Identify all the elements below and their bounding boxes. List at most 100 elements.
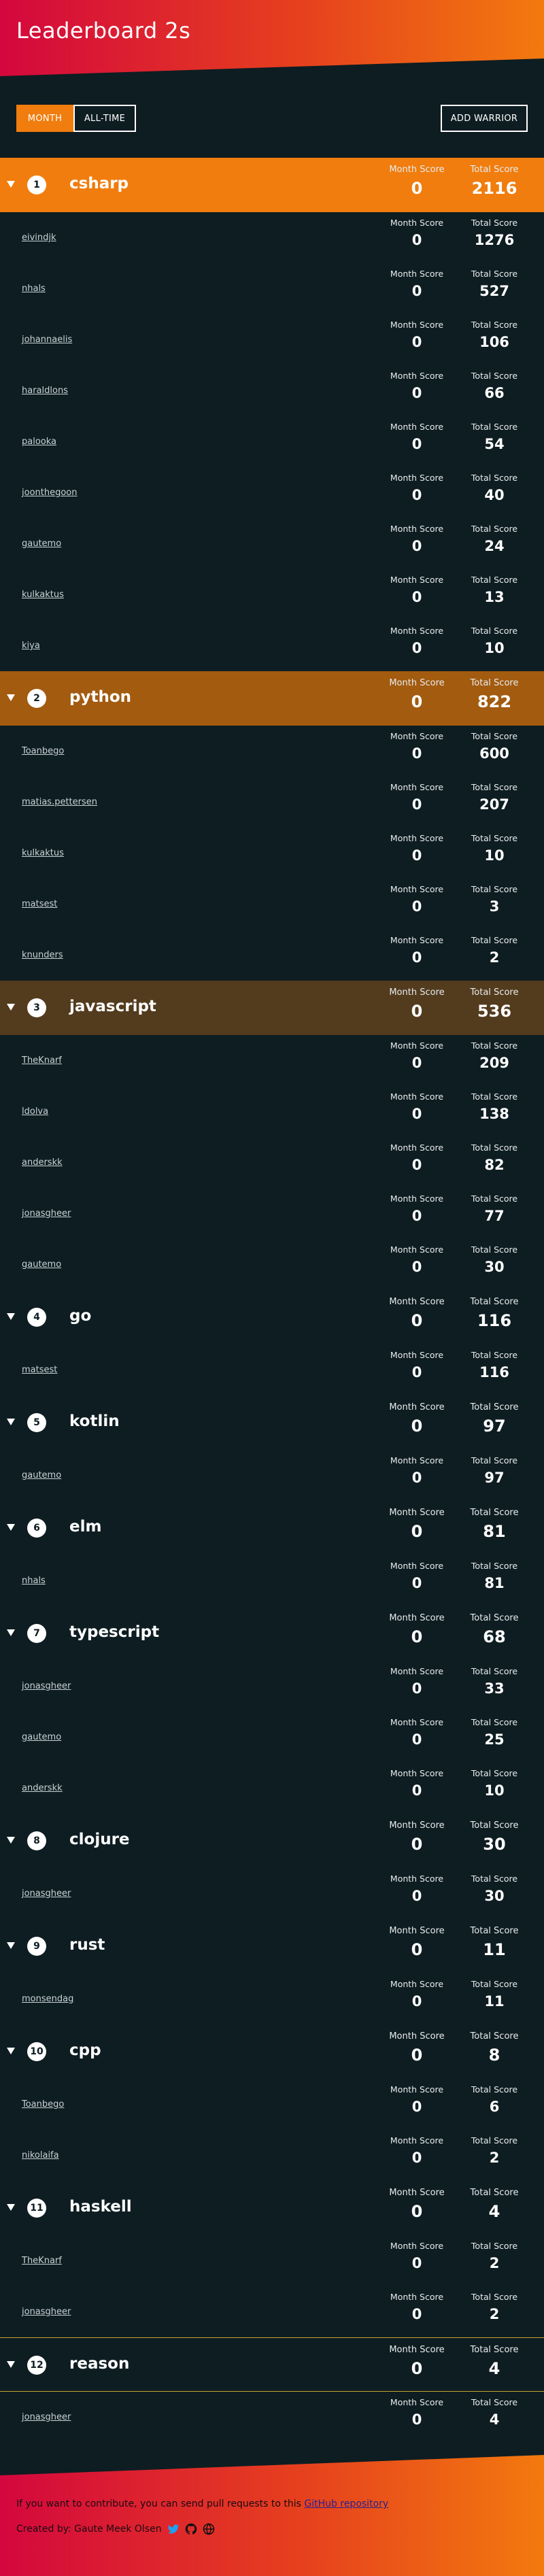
user-link[interactable]: joonthegoon <box>22 488 78 498</box>
language-month-score: Month Score 0 <box>373 678 461 711</box>
month-score-label: Month Score <box>389 165 445 175</box>
month-button[interactable]: MONTH <box>16 105 73 132</box>
rank-badge: 9 <box>27 1937 46 1956</box>
total-score-value: 822 <box>477 692 512 711</box>
user-link[interactable]: ldolva <box>22 1106 48 1117</box>
user-month-score: Month Score 0 <box>373 2397 461 2428</box>
github-repo-link[interactable]: GitHub repository <box>304 2498 388 2509</box>
language-section: 8 clojure Month Score 0 Total Score 30 jonasgh… <box>0 1814 544 1919</box>
chevron-down-icon[interactable] <box>7 2204 15 2211</box>
user-link[interactable]: jonasgheer <box>22 2412 71 2422</box>
user-link[interactable]: gautemo <box>22 539 61 549</box>
user-link[interactable]: knunders <box>22 950 63 960</box>
user-link[interactable]: jonasgheer <box>22 2307 71 2317</box>
user-month-score: Month Score 0 <box>373 1193 461 1224</box>
user-link[interactable]: anderskk <box>22 1783 63 1793</box>
language-header[interactable]: 7 typescript Month Score 0 Total Score 68 <box>0 1606 544 1661</box>
total-score-label: Total Score <box>471 1244 518 1255</box>
language-header[interactable]: 2 python Month Score 0 Total Score 822 <box>0 671 544 726</box>
user-row: knunders Month Score 0 Total Score 2 <box>0 930 544 981</box>
total-score-label: Total Score <box>471 1091 518 1102</box>
user-link[interactable]: jonasgheer <box>22 1681 71 1691</box>
language-header[interactable]: 1 csharp Month Score 0 Total Score 2116 <box>0 158 544 212</box>
total-score-value: 10 <box>484 1782 505 1799</box>
total-score-value: 97 <box>483 1417 506 1436</box>
month-score-value: 0 <box>411 2202 423 2221</box>
user-link[interactable]: jonasgheer <box>22 1888 71 1899</box>
user-link[interactable]: Toanbego <box>22 2099 64 2109</box>
contribute-label: If you want to contribute, you can send … <box>16 2498 305 2509</box>
total-score-label: Total Score <box>471 1193 518 1204</box>
language-header[interactable]: 4 go Month Score 0 Total Score 116 <box>0 1290 544 1344</box>
total-score-label: Total Score <box>471 1455 518 1465</box>
language-total-score: Total Score 30 <box>450 1820 539 1854</box>
month-score-value: 0 <box>411 1782 422 1799</box>
user-link[interactable]: anderskk <box>22 1157 63 1168</box>
user-link[interactable]: nhals <box>22 1576 46 1586</box>
language-header[interactable]: 9 rust Month Score 0 Total Score 11 <box>0 1919 544 1973</box>
language-header[interactable]: 5 kotlin Month Score 0 Total Score 97 <box>0 1395 544 1450</box>
total-score-label: Total Score <box>471 626 518 636</box>
github-icon[interactable] <box>185 2523 197 2535</box>
chevron-down-icon[interactable] <box>7 1524 15 1531</box>
total-score-label: Total Score <box>471 833 518 843</box>
user-link[interactable]: palooka <box>22 437 56 447</box>
user-link[interactable]: TheKnarf <box>22 1055 62 1066</box>
total-score-value: 30 <box>484 1888 505 1904</box>
language-header[interactable]: 3 javascript Month Score 0 Total Score 536 <box>0 981 544 1035</box>
user-link[interactable]: Toanbego <box>22 746 64 756</box>
user-link[interactable]: matsest <box>22 899 57 909</box>
user-link[interactable]: kulkaktus <box>22 848 64 858</box>
language-name: javascript <box>69 998 156 1015</box>
user-link[interactable]: jonasgheer <box>22 1208 71 1219</box>
user-link[interactable]: eivindjk <box>22 233 56 243</box>
chevron-down-icon[interactable] <box>7 1419 15 1425</box>
language-month-score: Month Score 0 <box>373 2345 461 2378</box>
user-row: nhals Month Score 0 Total Score 81 <box>0 1555 544 1606</box>
language-header[interactable]: 6 elm Month Score 0 Total Score 81 <box>0 1501 544 1555</box>
language-total-score: Total Score 4 <box>450 2345 539 2378</box>
chevron-down-icon[interactable] <box>7 1313 15 1320</box>
twitter-icon[interactable] <box>167 2523 180 2535</box>
globe-icon[interactable] <box>203 2523 215 2535</box>
user-link[interactable]: matias.pettersen <box>22 797 97 807</box>
language-header[interactable]: 12 reason Month Score 0 Total Score 4 <box>0 2337 544 2392</box>
user-link[interactable]: matsest <box>22 1365 57 1375</box>
chevron-down-icon[interactable] <box>7 694 15 701</box>
chevron-down-icon[interactable] <box>7 1942 15 1949</box>
language-header[interactable]: 8 clojure Month Score 0 Total Score 30 <box>0 1814 544 1868</box>
total-score-value: 30 <box>484 1259 505 1275</box>
user-link[interactable]: haraldlons <box>22 386 68 396</box>
chevron-down-icon[interactable] <box>7 2361 15 2368</box>
month-score-label: Month Score <box>390 524 444 534</box>
language-name: clojure <box>69 1831 130 1848</box>
user-link[interactable]: TheKnarf <box>22 2256 62 2266</box>
chevron-down-icon[interactable] <box>7 1837 15 1844</box>
language-header[interactable]: 11 haskell Month Score 0 Total Score 4 <box>0 2181 544 2235</box>
total-score-value: 3 <box>489 898 500 915</box>
user-link[interactable]: nikolaifa <box>22 2150 59 2160</box>
language-header[interactable]: 10 cpp Month Score 0 Total Score 8 <box>0 2024 544 2079</box>
user-total-score: Total Score 600 <box>450 731 539 762</box>
month-score-value: 0 <box>411 283 422 299</box>
user-link[interactable]: gautemo <box>22 1470 61 1480</box>
chevron-down-icon[interactable] <box>7 1629 15 1636</box>
user-link[interactable]: kiya <box>22 641 40 651</box>
user-total-score: Total Score 10 <box>450 626 539 656</box>
user-link[interactable]: monsendag <box>22 1994 73 2004</box>
add-warrior-button[interactable]: ADD WARRIOR <box>441 105 528 132</box>
user-month-score: Month Score 0 <box>373 1244 461 1275</box>
total-score-value: 116 <box>477 1311 512 1330</box>
total-score-label: Total Score <box>470 1820 519 1831</box>
user-link[interactable]: kulkaktus <box>22 590 64 600</box>
all-time-button[interactable]: ALL-TIME <box>73 105 136 132</box>
user-link[interactable]: gautemo <box>22 1732 61 1742</box>
language-total-score: Total Score 822 <box>450 678 539 711</box>
chevron-down-icon[interactable] <box>7 1004 15 1011</box>
user-link[interactable]: johannaelis <box>22 335 72 345</box>
chevron-down-icon[interactable] <box>7 181 15 188</box>
user-link[interactable]: gautemo <box>22 1259 61 1270</box>
language-month-score: Month Score 0 <box>373 1297 461 1330</box>
user-link[interactable]: nhals <box>22 284 46 294</box>
chevron-down-icon[interactable] <box>7 2048 15 2054</box>
